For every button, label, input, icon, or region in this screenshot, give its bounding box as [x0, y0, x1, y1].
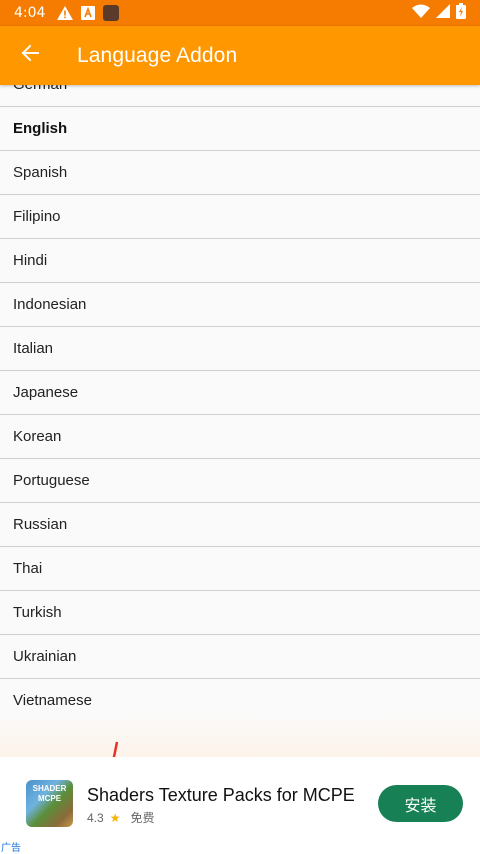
- app-bar: Language Addon: [0, 26, 480, 85]
- language-item[interactable]: Filipino: [0, 195, 480, 239]
- ad-app-icon[interactable]: SHADER MCPE: [26, 780, 73, 827]
- language-item-label: Vietnamese: [13, 692, 92, 709]
- language-item[interactable]: Korean: [0, 415, 480, 459]
- battery-icon: [456, 3, 466, 23]
- language-item-label: English: [13, 120, 68, 137]
- language-item-label: Thai: [13, 560, 43, 577]
- language-item-label: Portuguese: [13, 472, 90, 489]
- warning-icon: [57, 6, 74, 20]
- ad-title[interactable]: Shaders Texture Packs for MCPE: [87, 785, 355, 806]
- language-item-label: Filipino: [13, 208, 61, 225]
- language-item-label: Hindi: [13, 252, 48, 269]
- language-list-items: German English Spanish Filipino Hindi Indones…: [0, 85, 480, 757]
- annotation-arrow: [95, 740, 125, 757]
- language-item-label: Korean: [13, 428, 62, 445]
- language-item-label: Ukrainian: [13, 648, 77, 665]
- language-item[interactable]: Hindi: [0, 239, 480, 283]
- language-item[interactable]: Russian: [0, 503, 480, 547]
- language-item-label: Japanese: [13, 384, 79, 401]
- language-item-label: Turkish: [13, 604, 62, 621]
- app-notification-icon: [103, 5, 120, 21]
- status-bar: 4:04: [0, 0, 480, 26]
- ad-label: 广告: [1, 843, 21, 854]
- page-title: Language Addon: [77, 43, 238, 67]
- status-indicators: [412, 0, 466, 26]
- language-item[interactable]: German: [0, 85, 480, 107]
- language-item-label: Indonesian: [13, 296, 87, 313]
- language-item-label: Spanish: [13, 164, 68, 181]
- language-item-label: German: [13, 85, 67, 93]
- bottom-fade: [0, 715, 480, 757]
- language-item-label: Russian: [13, 516, 68, 533]
- language-item-label: Italian: [13, 340, 54, 357]
- language-item[interactable]: Ukrainian: [0, 635, 480, 679]
- wifi-icon: [412, 4, 430, 22]
- star-icon: ★: [109, 810, 121, 825]
- language-list[interactable]: German English Spanish Filipino Hindi Indones…: [0, 85, 480, 757]
- ad-banner[interactable]: SHADER MCPE Shaders Texture Packs for MC…: [0, 757, 480, 854]
- language-item[interactable]: English: [0, 107, 480, 151]
- language-item[interactable]: Thai: [0, 547, 480, 591]
- ad-rating: 4.3 ★ 免费: [87, 809, 154, 826]
- language-item[interactable]: Japanese: [0, 371, 480, 415]
- signal-icon: [436, 4, 450, 22]
- language-item[interactable]: Spanish: [0, 151, 480, 195]
- ad-price: 免费: [130, 811, 155, 825]
- ad-rating-value: 4.3: [87, 810, 104, 825]
- notification-a-icon: [81, 6, 96, 20]
- language-item[interactable]: Indonesian: [0, 283, 480, 327]
- ad-app-icon-text: SHADER MCPE: [32, 784, 67, 803]
- arrow-left-icon: [21, 44, 39, 67]
- status-time: 4:04: [14, 5, 46, 21]
- back-button[interactable]: [0, 26, 60, 85]
- language-item[interactable]: Italian: [0, 327, 480, 371]
- language-item[interactable]: Portuguese: [0, 459, 480, 503]
- install-button[interactable]: 安装: [378, 785, 463, 822]
- language-item[interactable]: Turkish: [0, 591, 480, 635]
